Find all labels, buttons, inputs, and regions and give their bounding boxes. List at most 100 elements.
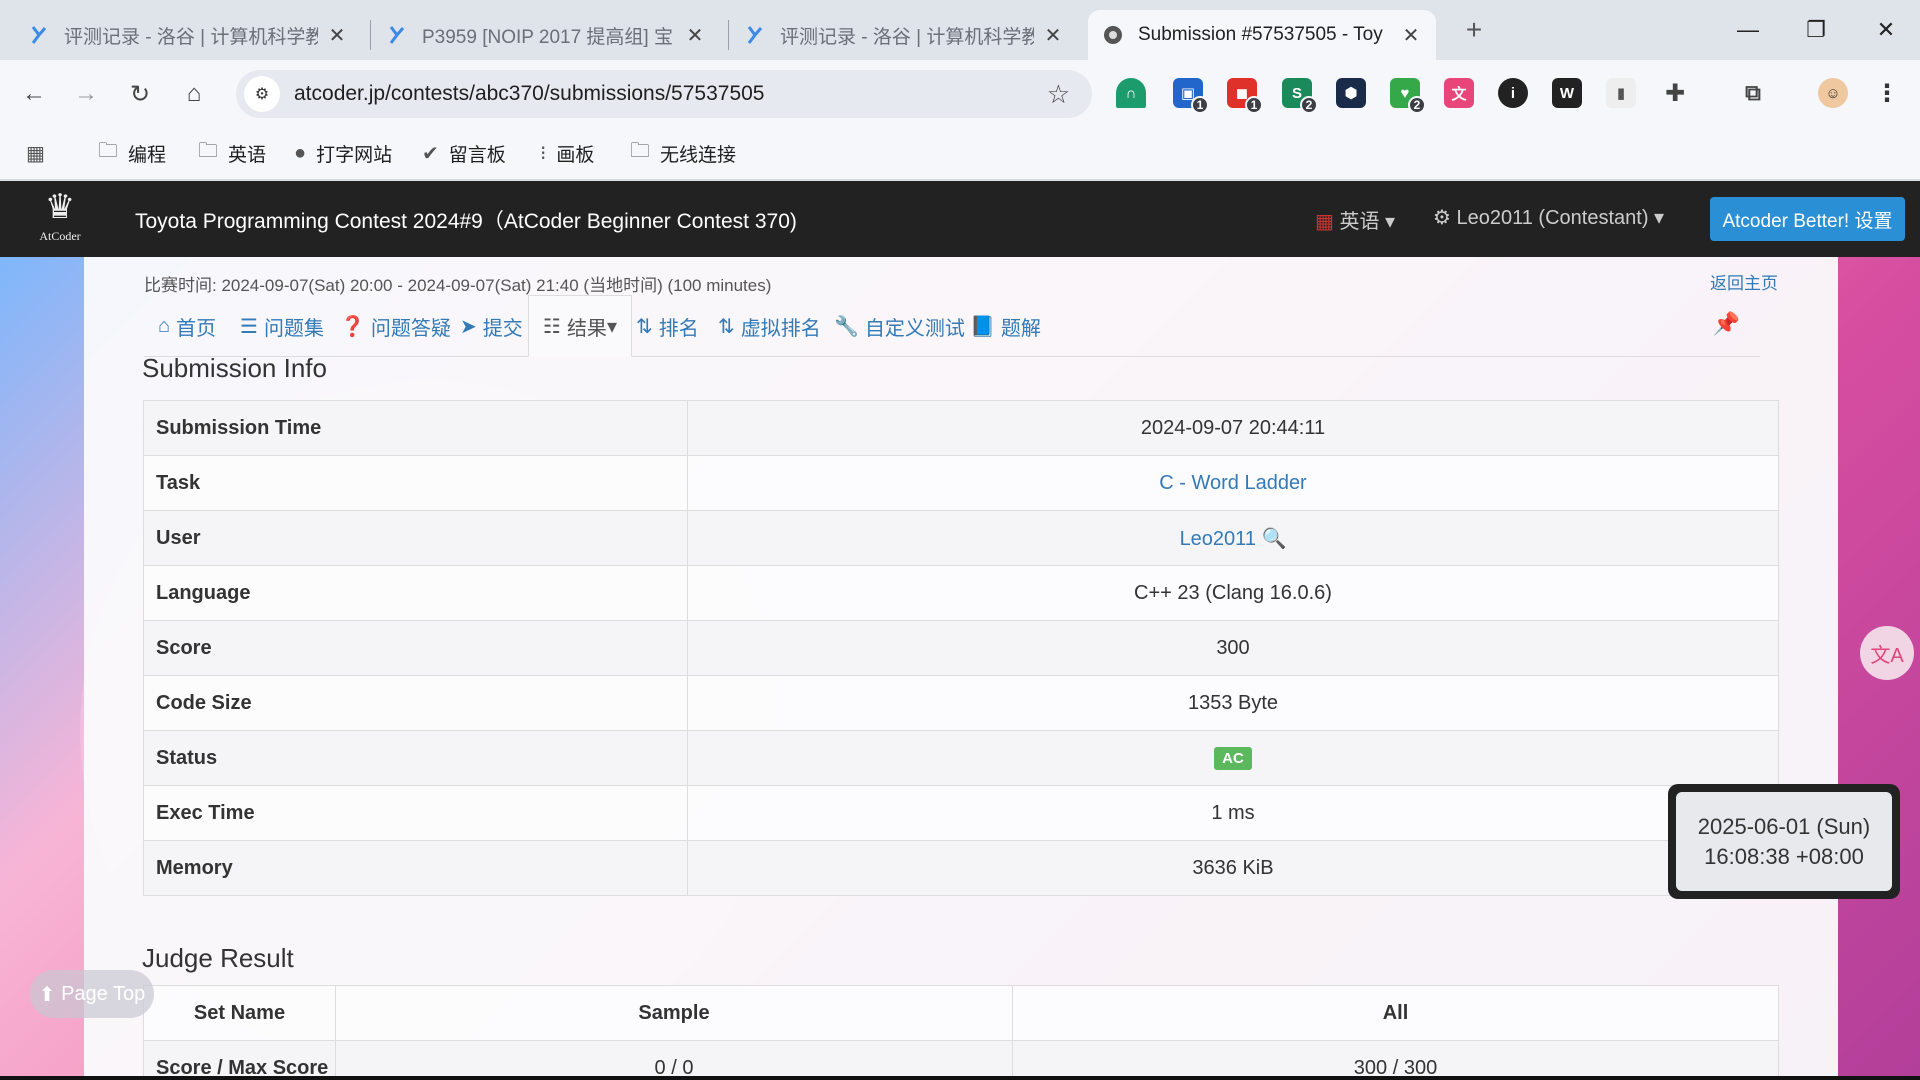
extension-icon[interactable]: ∩ — [1116, 78, 1146, 108]
close-icon[interactable]: ✕ — [1042, 23, 1064, 48]
translate-extension-icon[interactable]: 文 — [1444, 78, 1474, 108]
table-row: User Leo2011 🔍 — [143, 510, 1779, 566]
folder-icon: 🗀 — [98, 140, 118, 162]
bookmark-item[interactable]: 🗀 无线连接 — [630, 138, 736, 168]
menu-kebab-icon[interactable]: ⋮ — [1872, 78, 1902, 108]
site-info-icon[interactable]: ⚙ — [244, 76, 280, 112]
puzzle-icon[interactable]: ✚ — [1660, 78, 1690, 108]
close-icon[interactable]: ✕ — [326, 23, 348, 48]
bookmark-item[interactable]: 🗀 编程 — [98, 138, 166, 168]
extension-icon[interactable]: ⬢ — [1336, 78, 1366, 108]
tab-submit[interactable]: ➤ 提交 — [460, 295, 523, 357]
results-icon: ☷ — [543, 315, 561, 338]
browser-tab[interactable]: P3959 [NOIP 2017 提高组] 宝 ✕ — [372, 10, 720, 60]
close-icon[interactable]: ✕ — [1400, 23, 1422, 48]
browser-tab-active[interactable]: Submission #57537505 - Toy ✕ — [1088, 10, 1436, 60]
tab-standings[interactable]: ⇅ 排名 — [636, 295, 699, 357]
forward-button[interactable]: → — [66, 76, 106, 112]
task-link[interactable]: C - Word Ladder — [1159, 472, 1306, 494]
folder-icon: 🗀 — [198, 140, 218, 162]
apps-grid-icon[interactable]: ▦ — [26, 138, 55, 168]
pin-icon[interactable]: 📌 — [1713, 311, 1740, 337]
translate-float-icon[interactable]: 文A — [1860, 626, 1914, 680]
main-panel: 比赛时间: 2024-09-07(Sat) 20:00 - 2024-09-07… — [84, 257, 1838, 1080]
page-top-button[interactable]: ⬆ Page Top — [30, 970, 154, 1018]
address-bar[interactable]: ⚙ atcoder.jp/contests/abc370/submissions… — [236, 70, 1092, 118]
reload-button[interactable]: ↻ — [120, 76, 160, 112]
table-row: Language C++ 23 (Clang 16.0.6) — [143, 565, 1779, 621]
tab-title: P3959 [NOIP 2017 提高组] 宝 — [422, 26, 673, 48]
atcoder-logo[interactable]: ♛ AtCoder — [20, 185, 100, 253]
table-row: Score / Max Score 0 / 0 300 / 300 — [143, 1040, 1779, 1080]
restore-button[interactable]: ❐ — [1786, 8, 1846, 52]
arrow-up-icon: ⬆ — [38, 983, 56, 1006]
atcoder-icon — [1104, 26, 1122, 44]
screen-bottom-edge — [0, 1076, 1920, 1080]
table-row: Memory 3636 KiB — [143, 840, 1779, 896]
submission-info-table: Submission Time 2024-09-07 20:44:11 Task C… — [143, 400, 1779, 896]
sort-icon: ⇅ — [718, 315, 735, 338]
search-icon[interactable]: 🔍 — [1262, 528, 1287, 550]
user-dropdown[interactable]: ⚙ Leo2011 (Contestant) ▾ — [1433, 205, 1664, 230]
home-button[interactable]: ⌂ — [174, 76, 214, 112]
browser-tab[interactable]: 评测记录 - 洛谷 | 计算机科学教 ✕ — [14, 10, 362, 60]
new-tab-button[interactable]: + — [1456, 14, 1492, 46]
judge-result-heading: Judge Result — [142, 943, 294, 973]
sort-icon: ⇅ — [636, 315, 653, 338]
send-icon: ➤ — [460, 315, 477, 338]
back-button[interactable]: ← — [14, 76, 54, 112]
wrench-icon: 🔧 — [834, 315, 859, 338]
list-icon: ☰ — [240, 315, 258, 338]
extension-icon[interactable]: ♥ 2 — [1390, 78, 1426, 114]
browser-tab[interactable]: 评测记录 - 洛谷 | 计算机科学教 ✕ — [730, 10, 1078, 60]
contest-title[interactable]: Toyota Programming Contest 2024#9（AtCode… — [135, 205, 797, 235]
atcoder-better-button[interactable]: Atcoder Better! 设置 — [1710, 197, 1905, 241]
clock-time: 16:08:38 +08:00 — [1704, 843, 1864, 869]
clock-date: 2025-06-01 (Sun) — [1697, 813, 1871, 839]
browser-tab-bar: 评测记录 - 洛谷 | 计算机科学教 ✕ P3959 [NOIP 2017 提高… — [0, 0, 1920, 60]
extension-icon[interactable]: ▣ 1 — [1173, 78, 1209, 114]
tab-tasks[interactable]: ☰ 问题集 — [240, 295, 324, 357]
extension-badge: 1 — [1191, 96, 1209, 114]
table-row: Score 300 — [143, 620, 1779, 676]
extension-icon[interactable]: W — [1552, 78, 1582, 108]
user-link[interactable]: Leo2011 — [1180, 528, 1256, 550]
back-home-link[interactable]: 返回主页 — [1710, 269, 1778, 294]
tab-home[interactable]: ⌂ 首页 — [158, 295, 216, 357]
language-dropdown[interactable]: ▦ 英语 ▾ — [1315, 205, 1395, 234]
folder-icon: 🗀 — [630, 140, 650, 162]
clock-widget: 2025-06-01 (Sun) 16:08:38 +08:00 — [1668, 784, 1900, 899]
bookmark-item[interactable]: ✔ 留言板 — [422, 138, 506, 168]
tab-editorial[interactable]: 📘 题解 — [970, 295, 1041, 357]
extension-badge: 1 — [1245, 96, 1263, 114]
close-window-button[interactable]: ✕ — [1856, 8, 1916, 52]
tab-clarifications[interactable]: ❓ 问题答疑 — [340, 295, 451, 357]
url-text[interactable]: atcoder.jp/contests/abc370/submissions/5… — [294, 82, 764, 106]
atcoder-header: ♛ AtCoder Toyota Programming Contest 202… — [0, 181, 1920, 257]
bookmarks-bar: ▦ 🗀 编程 🗀 英语 ● 打字网站 ✔ 留言板 ⁝ 画板 🗀 无线连接 — [0, 128, 1920, 180]
chart-extension-icon[interactable]: ▮ — [1606, 78, 1636, 108]
bookmark-star-icon[interactable]: ☆ — [1047, 79, 1070, 110]
tab-title: 评测记录 - 洛谷 | 计算机科学教 — [780, 26, 1034, 48]
bookmark-site-icon: ● — [294, 141, 307, 164]
cast-icon[interactable]: ⧉ — [1738, 78, 1768, 108]
close-icon[interactable]: ✕ — [684, 23, 706, 48]
luogu-icon — [389, 26, 405, 44]
submission-info-heading: Submission Info — [142, 353, 327, 383]
extension-icon[interactable]: i — [1498, 78, 1528, 108]
table-row: Code Size 1353 Byte — [143, 675, 1779, 731]
tab-virtual-standings[interactable]: ⇅ 虚拟排名 — [718, 295, 821, 357]
extension-icon[interactable]: ◼ 1 — [1227, 78, 1263, 114]
tab-custom-test[interactable]: 🔧 自定义测试 — [834, 295, 965, 357]
extension-badge: 2 — [1300, 96, 1318, 114]
table-row: Task C - Word Ladder — [143, 455, 1779, 511]
caret-down-icon: ▾ — [1654, 207, 1665, 229]
tab-results[interactable]: ☷ 结果 ▾ — [528, 295, 632, 357]
bookmark-site-icon: ✔ — [422, 142, 439, 165]
extension-icon[interactable]: S2 — [1282, 78, 1318, 114]
minimize-button[interactable]: — — [1718, 8, 1778, 52]
bookmark-item[interactable]: ⁝ 画板 — [540, 138, 594, 168]
profile-avatar[interactable]: ☺ — [1818, 78, 1848, 108]
bookmark-item[interactable]: ● 打字网站 — [294, 138, 392, 168]
bookmark-item[interactable]: 🗀 英语 — [198, 138, 266, 168]
